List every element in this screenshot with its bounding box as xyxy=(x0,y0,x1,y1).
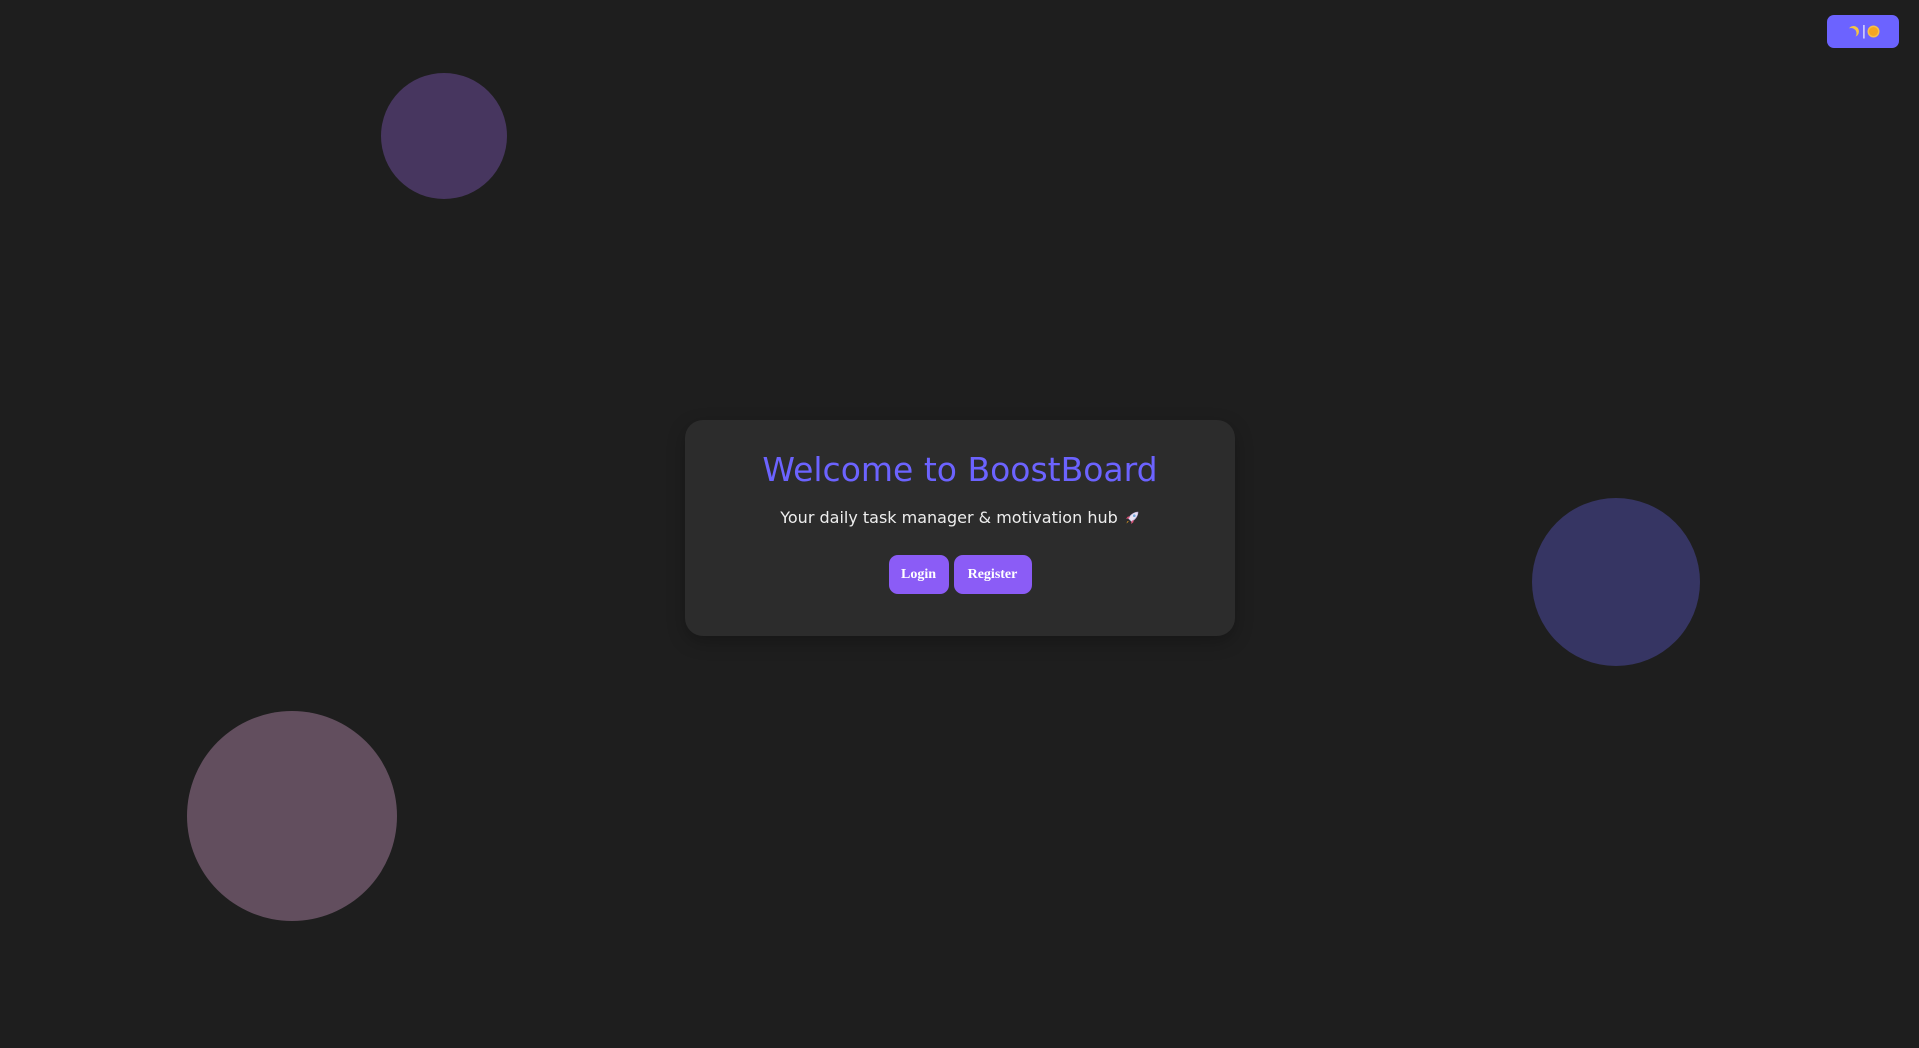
auth-actions: Login Register xyxy=(685,555,1235,595)
landing-page: | Welcome to BoostBoard Your daily task … xyxy=(0,0,1919,1048)
page-title: Welcome to BoostBoard xyxy=(762,450,1158,489)
theme-toggle-separator: | xyxy=(1861,24,1867,39)
welcome-card: Welcome to BoostBoard Your daily task ma… xyxy=(685,420,1235,636)
decorative-bubble-bottom-left xyxy=(187,711,397,921)
decorative-bubble-right xyxy=(1532,498,1700,666)
page-subtitle: Your daily task manager & motivation hub xyxy=(685,508,1235,527)
subtitle-text: Your daily task manager & motivation hub xyxy=(780,508,1118,528)
moon-icon xyxy=(1846,24,1860,38)
rocket-icon xyxy=(1124,510,1140,526)
sun-icon xyxy=(1869,27,1879,36)
theme-toggle-button[interactable]: | xyxy=(1827,15,1899,48)
register-button[interactable]: Register xyxy=(953,555,1032,595)
decorative-bubble-top xyxy=(381,73,507,199)
login-button[interactable]: Login xyxy=(888,555,949,595)
